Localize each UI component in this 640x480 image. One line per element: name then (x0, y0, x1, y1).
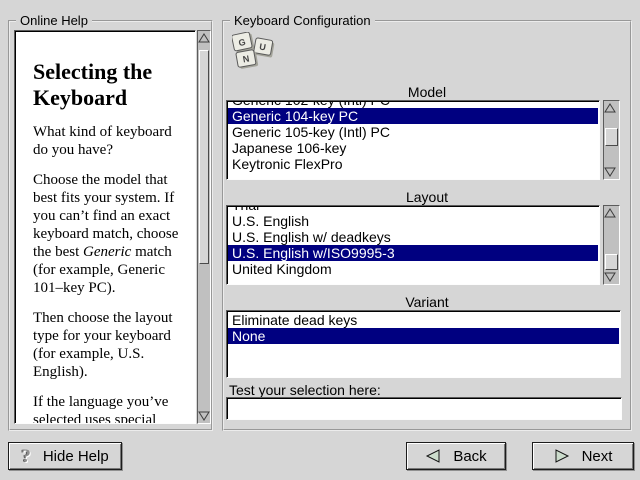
scroll-down-arrow-icon[interactable] (604, 272, 619, 282)
scroll-down-arrow-icon[interactable] (198, 411, 210, 421)
next-button-label: Next (582, 448, 613, 465)
left-arrow-icon (425, 449, 441, 463)
list-item[interactable]: None (228, 328, 619, 344)
help-heading: Selecting the Keyboard (33, 59, 187, 111)
list-item[interactable]: Japanese 106-key (228, 140, 598, 156)
list-item[interactable]: United Kingdom (228, 261, 598, 277)
back-button-label: Back (453, 448, 486, 465)
variant-list[interactable]: Eliminate dead keys None (226, 310, 621, 378)
help-paragraph: Then choose the layout type for your key… (33, 309, 187, 381)
online-help-panel: Online Help Selecting the Keyboard What … (8, 20, 213, 431)
help-paragraph: What kind of keyboard do you have? (33, 123, 187, 159)
list-item[interactable]: Eliminate dead keys (228, 312, 619, 328)
list-item[interactable]: Generic 104-key PC (228, 108, 598, 124)
model-scrollbar[interactable] (603, 100, 620, 180)
right-arrow-icon (554, 449, 570, 463)
scrollbar-thumb[interactable] (605, 128, 618, 146)
help-text-italic: Generic (83, 244, 131, 260)
test-input[interactable] (226, 397, 622, 420)
list-item[interactable]: U.S. English w/ deadkeys (228, 229, 598, 245)
keyboard-config-frame-title: Keyboard Configuration (230, 13, 375, 28)
layout-list[interactable]: Thai U.S. English U.S. English w/ deadke… (226, 205, 600, 285)
list-item[interactable]: Keytronic FlexPro (228, 156, 598, 172)
keyboard-keys-icon: G U N (232, 32, 276, 70)
scrollbar-thumb[interactable] (199, 50, 209, 264)
model-list[interactable]: Generic 102-key (Intl) PC Generic 104-ke… (226, 100, 600, 180)
back-button[interactable]: Back (406, 442, 506, 470)
question-mark-icon: ? (21, 447, 31, 466)
scroll-up-arrow-icon[interactable] (604, 208, 619, 218)
help-scrollbar[interactable] (197, 30, 211, 424)
scroll-up-arrow-icon[interactable] (198, 33, 210, 43)
list-item[interactable]: Generic 105-key (Intl) PC (228, 124, 598, 140)
layout-label: Layout (224, 189, 630, 205)
layout-scrollbar[interactable] (603, 205, 620, 285)
scrollbar-thumb[interactable] (605, 254, 618, 270)
hide-help-button[interactable]: ? Hide Help (8, 442, 122, 470)
help-paragraph: Choose the model that best fits your sys… (33, 171, 187, 297)
keyboard-config-panel: Keyboard Configuration G U N Model Gener (222, 20, 632, 431)
help-paragraph: If the language you’ve selected uses spe… (33, 393, 187, 424)
installer-window: { "colors": { "background": "#d6d6d6", "… (0, 0, 640, 480)
scroll-down-arrow-icon[interactable] (604, 167, 619, 177)
online-help-frame-title: Online Help (16, 13, 92, 28)
scroll-up-arrow-icon[interactable] (604, 103, 619, 113)
next-button[interactable]: Next (532, 442, 634, 470)
list-item[interactable]: U.S. English (228, 213, 598, 229)
hide-help-button-label: Hide Help (43, 448, 109, 465)
list-item[interactable]: U.S. English w/ISO9995-3 (228, 245, 598, 261)
help-content: Selecting the Keyboard What kind of keyb… (14, 30, 196, 424)
model-label: Model (224, 84, 630, 100)
variant-label: Variant (224, 294, 630, 310)
test-selection-label: Test your selection here: (229, 382, 381, 398)
